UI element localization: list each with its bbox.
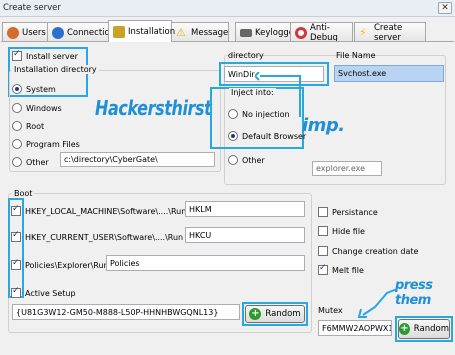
directory-label: directory	[228, 51, 264, 60]
radio-default-browser-button[interactable]	[228, 131, 238, 141]
active-setup-row[interactable]: Active Setup	[11, 286, 76, 298]
radio-default-browser[interactable]: Default Browser	[228, 131, 306, 141]
tab-message[interactable]: ⚠ Message	[171, 22, 229, 42]
tab-strip: Users Connection Installation ⚠ Message …	[0, 20, 455, 43]
plus-icon: +	[249, 308, 262, 320]
boot-row-hkcu[interactable]: HKEY_CURRENT_USER\Software\....\Run	[11, 230, 183, 242]
tab-installation[interactable]: Installation	[108, 20, 175, 42]
radio-program-files-button[interactable]	[12, 139, 22, 149]
melt-file-checkbox[interactable]	[318, 263, 328, 275]
hide-file-checkbox[interactable]	[318, 226, 328, 236]
tab-keylogger[interactable]: Keylogger	[235, 22, 298, 42]
file-name-input[interactable]: Svchost.exe	[334, 65, 444, 82]
keyboard-icon	[240, 28, 252, 37]
active-setup-checkbox[interactable]	[11, 286, 21, 298]
hide-file-option[interactable]: Hide file	[318, 226, 365, 236]
hkcu-checkbox[interactable]	[11, 230, 21, 242]
persistance-checkbox[interactable]	[318, 207, 328, 217]
radio-system[interactable]: System	[12, 84, 56, 94]
tab-create-server[interactable]: ⚡ Create server	[354, 22, 426, 43]
radio-windows-button[interactable]	[12, 103, 22, 113]
random-button-mutex[interactable]: + Random	[398, 319, 450, 339]
melt-file-option[interactable]: Melt file	[318, 263, 364, 275]
boot-row-policies[interactable]: Policies\Explorer\Run	[11, 258, 109, 270]
plus-icon: +	[399, 323, 410, 335]
window-title: Create server	[3, 3, 61, 13]
mutex-input[interactable]: F6MMW2AOPWX18J	[318, 320, 392, 336]
policies-checkbox[interactable]	[11, 258, 21, 270]
other-path-input[interactable]: c:\directory\CyberGate\	[60, 152, 215, 167]
radio-root[interactable]: Root	[12, 121, 44, 131]
users-icon	[7, 26, 19, 39]
active-setup-input[interactable]: {U81G3W12-GM50-M888-L50P-HHNHBWGQNL13}	[12, 304, 240, 320]
radio-other[interactable]: Other	[12, 157, 49, 167]
install-server-checkbox-row[interactable]: Install server	[12, 49, 78, 61]
file-name-label: File Name	[336, 51, 376, 60]
boot-row-hklm[interactable]: HKEY_LOCAL_MACHINE\Software\....\Run	[11, 204, 186, 216]
install-icon	[113, 25, 125, 38]
policies-input[interactable]: Policies	[106, 255, 305, 271]
tab-anti-debug[interactable]: Anti-Debug	[290, 22, 353, 43]
hklm-input[interactable]: HKLM	[185, 201, 305, 217]
warning-icon: ⚠	[176, 25, 186, 39]
press-arrow-icon	[357, 288, 398, 318]
radio-system-button[interactable]	[12, 84, 22, 94]
tab-users[interactable]: Users	[2, 22, 48, 42]
radio-inject-other-button[interactable]	[228, 155, 238, 165]
close-button[interactable]: ✕	[438, 2, 452, 14]
title-bar: Create server ✕	[0, 0, 455, 17]
install-server-checkbox[interactable]	[12, 49, 22, 61]
mutex-label: Mutex	[318, 306, 343, 315]
radio-no-injection-button[interactable]	[228, 109, 238, 119]
radio-inject-other[interactable]: Other	[228, 155, 265, 165]
lifebuoy-icon	[295, 26, 307, 39]
hklm-checkbox[interactable]	[11, 204, 21, 216]
imp-annotation: imp.	[302, 115, 345, 136]
hackersthirst-annotation: Hackersthirst	[95, 96, 212, 120]
radio-windows[interactable]: Windows	[12, 103, 62, 113]
globe-icon	[52, 26, 64, 39]
installation-directory-label: Installation directory	[12, 65, 99, 74]
lightning-icon: ⚡	[359, 25, 367, 39]
change-date-checkbox[interactable]	[318, 246, 328, 256]
random-button-active-setup[interactable]: + Random	[245, 305, 305, 323]
inject-other-input[interactable]: explorer.exe	[312, 161, 382, 176]
tab-connection[interactable]: Connection	[47, 22, 115, 42]
hkcu-input[interactable]: HKCU	[185, 227, 305, 243]
radio-program-files[interactable]: Program Files	[12, 139, 80, 149]
boot-label: Boot	[12, 189, 35, 198]
change-date-option[interactable]: Change creation date	[318, 246, 418, 256]
persistance-option[interactable]: Persistance	[318, 207, 378, 217]
radio-other-button[interactable]	[12, 157, 22, 167]
radio-root-button[interactable]	[12, 121, 22, 131]
